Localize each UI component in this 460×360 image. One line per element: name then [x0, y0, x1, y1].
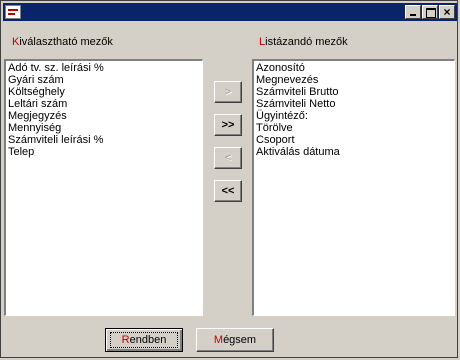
move-right-button[interactable]: >: [214, 81, 242, 103]
list-item[interactable]: Gyári szám: [8, 74, 200, 86]
move-left-button[interactable]: <: [214, 147, 242, 169]
close-icon: ×: [443, 5, 451, 19]
list-item[interactable]: Adó tv. sz. leírási %: [8, 62, 200, 74]
list-item[interactable]: Leltári szám: [8, 98, 200, 110]
listed-fields-label: Listázandó mezők: [259, 36, 348, 48]
list-item[interactable]: Csoport: [256, 134, 452, 146]
ok-button[interactable]: Rendben: [105, 328, 183, 352]
list-item[interactable]: Mennyiség: [8, 122, 200, 134]
maximize-icon: [426, 8, 436, 18]
move-all-right-button[interactable]: >>: [214, 114, 242, 136]
list-item[interactable]: Megnevezés: [256, 74, 452, 86]
dialog-window: × Kiválasztható mezők Listázandó mezők A…: [0, 0, 458, 358]
cancel-button[interactable]: Mégsem: [196, 328, 274, 352]
list-item[interactable]: Törölve: [256, 122, 452, 134]
list-item[interactable]: Költséghely: [8, 86, 200, 98]
maximize-button[interactable]: [422, 5, 438, 19]
available-fields-list[interactable]: Adó tv. sz. leírási % Gyári szám Költség…: [4, 59, 203, 316]
list-item[interactable]: Számviteli Netto: [256, 98, 452, 110]
list-item[interactable]: Számviteli leírási %: [8, 134, 200, 146]
app-icon[interactable]: [5, 5, 21, 19]
focus-rect: [110, 332, 178, 348]
list-item[interactable]: Megjegyzés: [8, 110, 200, 122]
close-button[interactable]: ×: [439, 5, 455, 19]
minimize-icon: [410, 14, 416, 16]
move-all-left-button[interactable]: <<: [214, 180, 242, 202]
list-item[interactable]: Telep: [8, 146, 200, 158]
title-bar[interactable]: ×: [3, 3, 457, 21]
list-item[interactable]: Számviteli Brutto: [256, 86, 452, 98]
available-fields-label: Kiválasztható mezők: [12, 36, 113, 48]
list-item[interactable]: Azonosító: [256, 62, 452, 74]
minimize-button[interactable]: [405, 5, 421, 19]
listed-fields-list[interactable]: Azonosító Megnevezés Számviteli Brutto S…: [252, 59, 455, 316]
list-item[interactable]: Ügyintéző:: [256, 110, 452, 122]
list-item[interactable]: Aktiválás dátuma: [256, 146, 452, 158]
